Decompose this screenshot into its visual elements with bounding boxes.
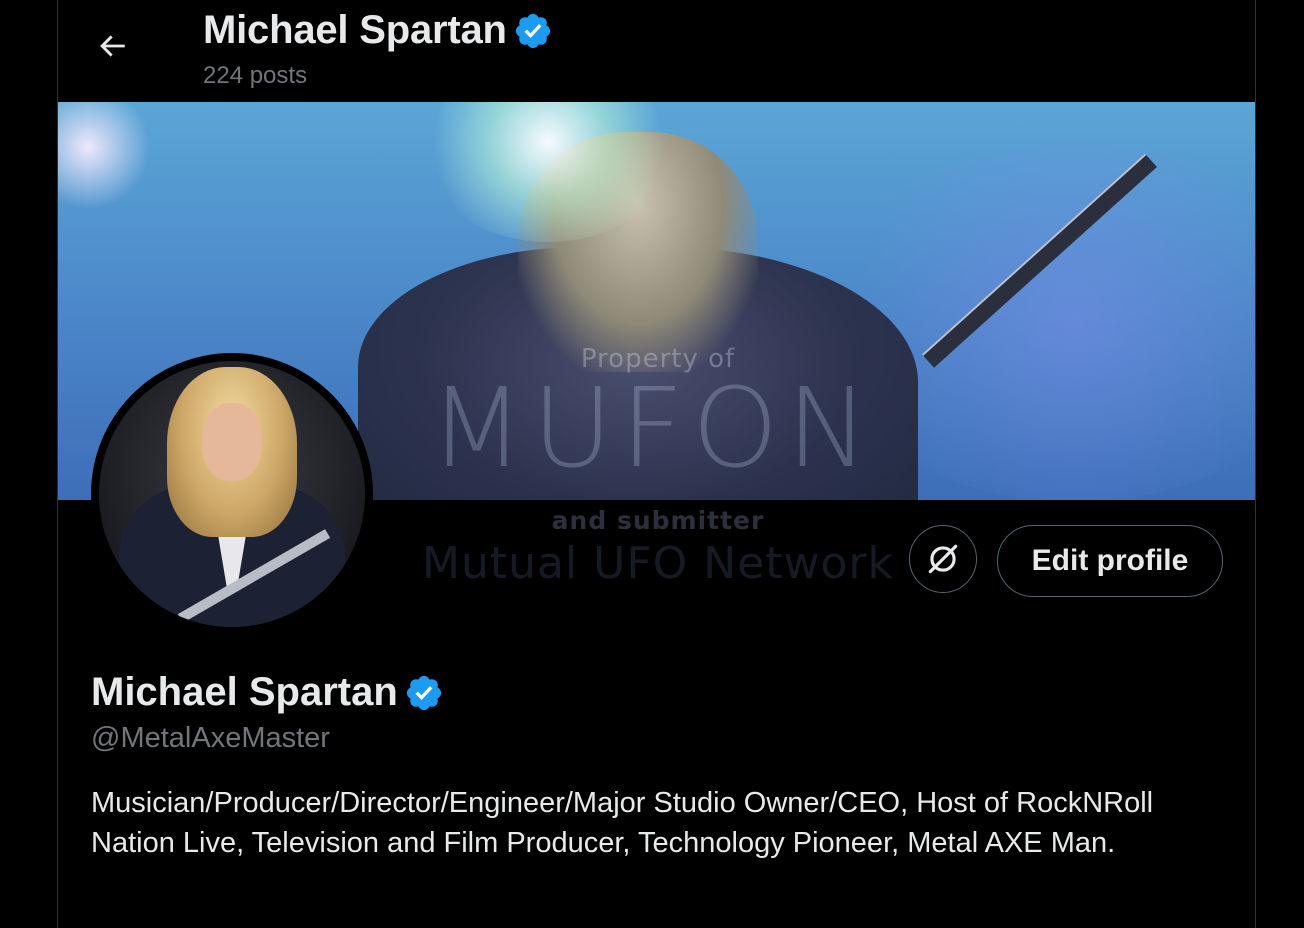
subscription-toggle-button[interactable] xyxy=(909,525,977,593)
posts-count: 224 posts xyxy=(203,62,308,89)
profile-display-name: Michael Spartan xyxy=(91,670,398,714)
arrow-left-icon xyxy=(100,35,125,57)
avatar-face xyxy=(202,403,262,481)
profile-name-row: Michael Spartan xyxy=(91,670,444,715)
verified-badge-icon[interactable] xyxy=(404,673,444,713)
profile-handle: @MetalAxeMaster xyxy=(91,722,330,754)
verified-badge-icon xyxy=(515,13,550,48)
header-title: Michael Spartan xyxy=(203,8,553,53)
back-button[interactable] xyxy=(86,20,138,72)
header-display-name: Michael Spartan xyxy=(203,8,507,52)
watermark-logo-text: MUFON xyxy=(429,364,877,492)
profile-avatar[interactable] xyxy=(91,353,373,635)
watermark-network-text: Mutual UFO Network xyxy=(421,538,894,589)
profile-column: Michael Spartan 224 posts Property of MU… xyxy=(57,0,1256,928)
edit-profile-button[interactable]: Edit profile xyxy=(997,525,1223,597)
watermark-submitter-text: and submitter xyxy=(551,506,765,535)
banner-light xyxy=(58,102,158,212)
no-sync-icon xyxy=(928,544,958,574)
avatar-photo xyxy=(99,361,365,627)
profile-bio: Musician/Producer/Director/Engineer/Majo… xyxy=(91,787,1154,859)
